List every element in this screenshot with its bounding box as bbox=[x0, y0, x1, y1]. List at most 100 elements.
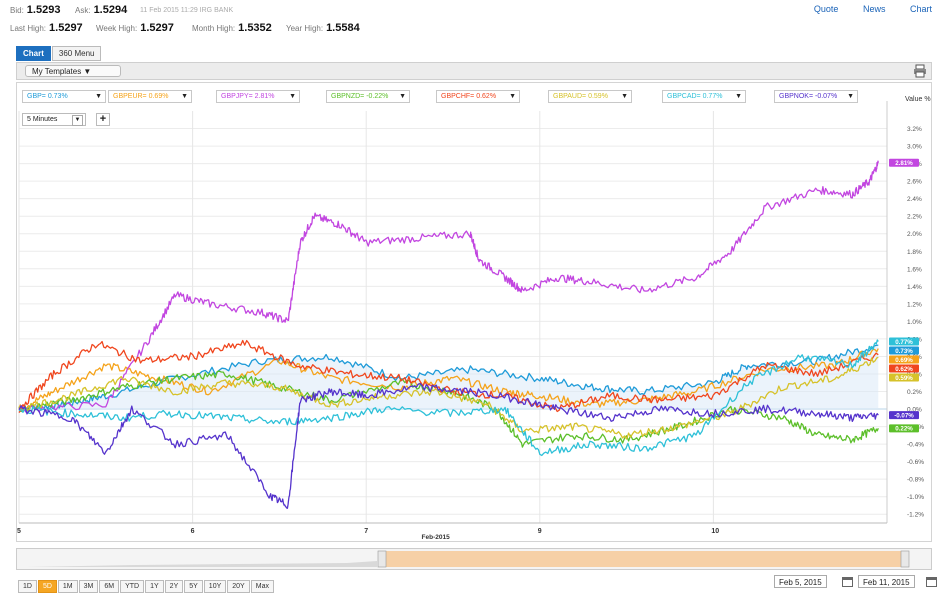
chevron-down-icon[interactable]: ▼ bbox=[509, 91, 516, 103]
legend-label: GBPAUD= 0.59% bbox=[553, 93, 608, 100]
legend-label: GBPJPY= 2.81% bbox=[221, 93, 275, 100]
quote-value: 1.5297 bbox=[140, 22, 174, 34]
news-link[interactable]: News bbox=[863, 4, 886, 14]
range-button[interactable]: 6M bbox=[99, 580, 120, 593]
chart-toolbar: My Templates ▼ bbox=[16, 62, 932, 80]
legend-item[interactable]: GBPNZD= -0.22% ▼ bbox=[326, 90, 410, 103]
end-value-label: 0.69% bbox=[895, 357, 913, 364]
chevron-down-icon[interactable]: ▼ bbox=[72, 115, 83, 126]
navigator-right-handle[interactable] bbox=[900, 550, 910, 568]
quote-label: Month High: bbox=[192, 24, 236, 33]
quote-value: 1.5294 bbox=[93, 4, 128, 16]
y-tick-label: 0.2% bbox=[907, 389, 922, 396]
y-tick-label: -1.0% bbox=[907, 494, 924, 501]
range-button[interactable]: 20Y bbox=[227, 580, 250, 593]
chevron-down-icon[interactable]: ▼ bbox=[621, 91, 628, 103]
y-tick-label: 1.0% bbox=[907, 319, 922, 326]
chart-link[interactable]: Chart bbox=[910, 4, 932, 14]
quote-value: 1.5293 bbox=[26, 4, 61, 16]
view-tabs: Chart 360 Menu bbox=[16, 43, 102, 61]
y-tick-label: 2.6% bbox=[907, 179, 922, 186]
tab-360-menu[interactable]: 360 Menu bbox=[51, 46, 102, 61]
navigator-graph bbox=[27, 550, 910, 568]
y-tick-label: 1.4% bbox=[907, 284, 922, 291]
calendar-icon[interactable] bbox=[926, 576, 937, 587]
quote-value: 1.5352 bbox=[238, 22, 272, 34]
interval-select[interactable]: 5 Minutes ▼ bbox=[22, 113, 86, 126]
chart-frame: Value %3.2%3.0%2.8%2.6%2.4%2.2%2.0%1.8%1… bbox=[16, 82, 932, 542]
y-tick-label: 2.4% bbox=[907, 196, 922, 203]
y-tick-label: 3.0% bbox=[907, 144, 922, 151]
range-button[interactable]: 5D bbox=[37, 580, 57, 593]
navigator-selection[interactable] bbox=[383, 551, 901, 567]
end-value-label: 0.59% bbox=[895, 375, 913, 382]
tab-chart[interactable]: Chart bbox=[16, 46, 51, 61]
quote-label: Ask: bbox=[75, 6, 91, 15]
chevron-down-icon[interactable]: ▼ bbox=[735, 91, 742, 103]
chevron-down-icon[interactable]: ▼ bbox=[847, 91, 854, 103]
x-tick-label: 5 bbox=[17, 528, 21, 535]
print-icon[interactable] bbox=[913, 64, 927, 78]
calendar-icon[interactable] bbox=[842, 576, 853, 587]
x-tick-label: 6 bbox=[191, 528, 195, 535]
chevron-down-icon[interactable]: ▼ bbox=[95, 91, 102, 103]
x-tick-label: 10 bbox=[711, 528, 719, 535]
legend-item[interactable]: GBPNOK= -0.07% ▼ bbox=[774, 90, 858, 103]
legend-label: GBPNOK= -0.07% bbox=[779, 93, 838, 100]
legend-item[interactable]: GBPCAD= 0.77% ▼ bbox=[662, 90, 746, 103]
legend-item[interactable]: GBP= 0.73% ▼ bbox=[22, 90, 106, 103]
range-buttons: 1D 5D 1M 3M 6M YTD 1Y 2Y 5Y 10Y 20Y Max bbox=[18, 575, 275, 593]
y-tick-label: -0.8% bbox=[907, 477, 924, 484]
quote-timestamp: 11 Feb 2015 11:29 IRG BANK bbox=[140, 7, 234, 14]
range-button[interactable]: 1M bbox=[57, 580, 78, 593]
date-to-field[interactable]: Feb 11, 2015 bbox=[858, 575, 915, 588]
x-tick-label: 9 bbox=[538, 528, 542, 535]
legend-label: GBPNZD= -0.22% bbox=[331, 93, 389, 100]
interval-value: 5 Minutes bbox=[27, 116, 58, 123]
legend-item[interactable]: GBPEUR= 0.69% ▼ bbox=[108, 90, 192, 103]
month-high-quote: Month High: 1.5352 bbox=[192, 22, 272, 34]
templates-dropdown[interactable]: My Templates ▼ bbox=[25, 65, 121, 77]
y-tick-label: 3.2% bbox=[907, 126, 922, 133]
y-tick-label: 1.8% bbox=[907, 249, 922, 256]
range-button[interactable]: 3M bbox=[78, 580, 99, 593]
y-tick-label: 2.2% bbox=[907, 214, 922, 221]
time-navigator[interactable] bbox=[16, 548, 932, 570]
add-indicator-button[interactable]: + bbox=[96, 113, 110, 126]
range-button[interactable]: YTD bbox=[120, 580, 145, 593]
bid-quote: Bid: 1.5293 bbox=[10, 4, 60, 16]
line-chart[interactable]: Value %3.2%3.0%2.8%2.6%2.4%2.2%2.0%1.8%1… bbox=[17, 83, 931, 541]
legend-item[interactable]: GBPJPY= 2.81% ▼ bbox=[216, 90, 300, 103]
date-from-field[interactable]: Feb 5, 2015 bbox=[774, 575, 827, 588]
range-button[interactable]: Max bbox=[250, 580, 274, 593]
quote-value: 1.5584 bbox=[326, 22, 360, 34]
legend-label: GBPCAD= 0.77% bbox=[667, 93, 723, 100]
chevron-down-icon[interactable]: ▼ bbox=[289, 91, 296, 103]
legend-item[interactable]: GBPAUD= 0.59% ▼ bbox=[548, 90, 632, 103]
top-links: Quote News Chart bbox=[792, 4, 932, 14]
y-tick-label: 2.0% bbox=[907, 231, 922, 238]
range-button[interactable]: 10Y bbox=[203, 580, 227, 593]
range-button[interactable]: 1Y bbox=[145, 580, 164, 593]
y-tick-label: -0.4% bbox=[907, 442, 924, 449]
range-button[interactable]: 2Y bbox=[164, 580, 184, 593]
quote-bar: Bid: 1.5293 Ask: 1.5294 11 Feb 2015 11:29 … bbox=[0, 0, 948, 40]
legend-item[interactable]: GBPCHF= 0.62% ▼ bbox=[436, 90, 520, 103]
chevron-down-icon[interactable]: ▼ bbox=[399, 91, 406, 103]
x-tick-label: 7 bbox=[364, 528, 368, 535]
chevron-down-icon[interactable]: ▼ bbox=[181, 91, 188, 103]
series-legend: GBP= 0.73% ▼ GBPEUR= 0.69% ▼ GBPJPY= 2.81% ▼ G… bbox=[22, 90, 882, 104]
navigator-left-handle[interactable] bbox=[377, 550, 387, 568]
end-value-label: 2.81% bbox=[895, 160, 913, 167]
year-high-quote: Year High: 1.5584 bbox=[286, 22, 360, 34]
x-axis-label: Feb-2015 bbox=[422, 534, 451, 541]
legend-label: GBP= 0.73% bbox=[27, 93, 68, 100]
range-button[interactable]: 5Y bbox=[184, 580, 203, 593]
quote-link[interactable]: Quote bbox=[814, 4, 839, 14]
quote-label: Week High: bbox=[96, 24, 138, 33]
quote-label: Last High: bbox=[10, 24, 47, 33]
end-value-label: 0.77% bbox=[895, 339, 913, 346]
end-value-label: -0.07% bbox=[894, 412, 914, 419]
y-tick-label: 1.2% bbox=[907, 301, 922, 308]
range-button[interactable]: 1D bbox=[18, 580, 37, 593]
